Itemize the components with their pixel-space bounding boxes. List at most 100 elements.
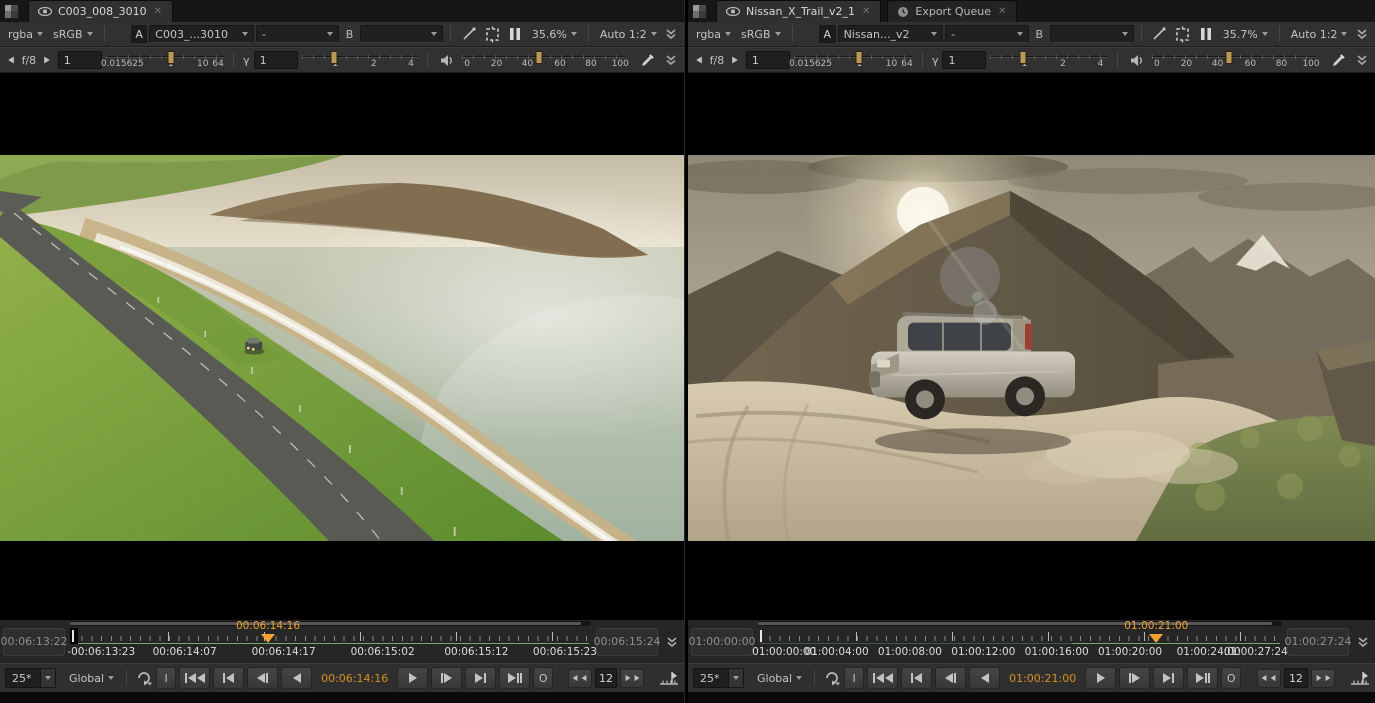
roi-icon[interactable]	[1172, 24, 1193, 44]
gamma-slider-handle[interactable]	[331, 51, 338, 64]
next-keyframe-button[interactable]	[465, 667, 496, 689]
collapse-timeline-icon[interactable]	[663, 636, 681, 648]
timeline-track-right[interactable]: 01:00:00:00 01:00:04:00 01:00:08:00 01:0…	[758, 620, 1282, 663]
next-keyframe-button[interactable]	[1153, 667, 1184, 689]
range-end-field[interactable]: 00:06:15:24	[596, 628, 658, 656]
close-icon[interactable]: ✕	[861, 6, 871, 17]
gamma-slider-handle[interactable]	[1020, 51, 1027, 64]
set-out-button[interactable]: O	[1221, 667, 1241, 689]
go-to-start-button[interactable]	[867, 667, 898, 689]
volume-slider-handle[interactable]	[535, 51, 542, 64]
input-b-dropdown[interactable]	[360, 25, 443, 43]
fstop-decrease-button[interactable]	[4, 55, 18, 65]
set-in-button[interactable]: I	[156, 667, 176, 689]
current-timecode[interactable]: 00:06:14:16	[315, 672, 394, 685]
gain-input[interactable]	[58, 51, 102, 69]
volume-slider-handle[interactable]	[1226, 51, 1233, 64]
loop-mode-icon[interactable]	[135, 668, 153, 688]
scale-mode-dropdown[interactable]: Auto 1:2	[596, 26, 661, 43]
gamma-input[interactable]	[254, 51, 298, 69]
range-start-field[interactable]: 01:00:00:00	[691, 628, 753, 656]
play-backward-button[interactable]	[969, 667, 1000, 689]
play-forward-button[interactable]	[1085, 667, 1116, 689]
input-b-button[interactable]: B	[341, 25, 357, 43]
range-end-field[interactable]: 01:00:27:24	[1287, 628, 1349, 656]
eyedropper-icon[interactable]	[637, 50, 658, 70]
volume-icon[interactable]	[1127, 50, 1148, 70]
range-start-field[interactable]: 00:06:13:22	[3, 628, 65, 656]
channels-dropdown[interactable]: rgba	[4, 26, 47, 43]
gain-slider[interactable]: 0.015625 1 10 64	[794, 50, 913, 70]
close-icon[interactable]: ✕	[153, 6, 163, 17]
go-to-end-button[interactable]	[1187, 667, 1218, 689]
play-forward-button[interactable]	[397, 667, 428, 689]
collapse-exposure-icon[interactable]	[663, 54, 680, 66]
collapse-toolbar-icon[interactable]	[663, 28, 680, 40]
range-mode-dropdown[interactable]: Global	[65, 670, 118, 687]
wipe-icon[interactable]	[458, 24, 479, 44]
input-a-button[interactable]: A	[819, 25, 836, 43]
pause-icon[interactable]	[1195, 24, 1216, 44]
timeline-scrollbar[interactable]	[758, 621, 1282, 626]
collapse-timeline-icon[interactable]	[1354, 636, 1372, 648]
playhead-marker[interactable]	[1149, 634, 1163, 643]
step-back-button[interactable]	[935, 667, 966, 689]
version-dropdown[interactable]: -	[256, 25, 339, 43]
step-forward-button[interactable]	[431, 667, 462, 689]
gain-slider-handle[interactable]	[856, 51, 863, 64]
step-back-button[interactable]	[247, 667, 278, 689]
colorspace-dropdown[interactable]: sRGB	[49, 26, 96, 43]
version-dropdown[interactable]: -	[945, 25, 1029, 43]
range-mode-dropdown[interactable]: Global	[753, 670, 806, 687]
colorspace-dropdown[interactable]: sRGB	[737, 26, 784, 43]
tab-viewer-nissan[interactable]: Nissan_X_Trail_v2_1 ✕	[716, 0, 881, 22]
frame-increment-field[interactable]: 12	[595, 668, 617, 688]
volume-icon[interactable]	[437, 50, 458, 70]
set-out-button[interactable]: O	[533, 667, 553, 689]
tab-export-queue[interactable]: Export Queue ✕	[887, 0, 1017, 22]
gain-input[interactable]	[746, 51, 790, 69]
previous-keyframe-button[interactable]	[213, 667, 244, 689]
gain-slider-handle[interactable]	[167, 51, 174, 64]
timeline-scrollbar[interactable]	[70, 621, 591, 626]
frame-range-lock-icon[interactable]	[1350, 668, 1370, 688]
frame-range-lock-icon[interactable]	[659, 668, 679, 688]
pause-icon[interactable]	[505, 24, 526, 44]
input-b-button[interactable]: B	[1031, 25, 1048, 43]
gamma-slider[interactable]: 1 2 4	[990, 50, 1107, 70]
go-to-end-button[interactable]	[499, 667, 530, 689]
gamma-slider[interactable]: 1 2 4	[302, 50, 418, 70]
wipe-icon[interactable]	[1149, 24, 1170, 44]
playhead-marker[interactable]	[261, 634, 275, 643]
play-backward-button[interactable]	[281, 667, 312, 689]
scale-mode-dropdown[interactable]: Auto 1:2	[1287, 26, 1352, 43]
pane-menu-icon[interactable]	[688, 0, 710, 22]
collapse-toolbar-icon[interactable]	[1353, 28, 1371, 40]
eyedropper-icon[interactable]	[1328, 50, 1349, 70]
decrement-frame-button[interactable]	[1257, 669, 1281, 688]
current-timecode[interactable]: 01:00:21:00	[1003, 672, 1082, 685]
fps-dropdown[interactable]: 25*	[5, 668, 56, 688]
close-icon[interactable]: ✕	[997, 6, 1007, 17]
fstop-increase-button[interactable]	[728, 55, 742, 65]
previous-keyframe-button[interactable]	[901, 667, 932, 689]
pane-menu-icon[interactable]	[0, 0, 22, 22]
roi-icon[interactable]	[481, 24, 502, 44]
gain-slider[interactable]: 0.015625 1 10 64	[106, 50, 224, 70]
collapse-exposure-icon[interactable]	[1353, 54, 1371, 66]
increment-frame-button[interactable]	[620, 669, 644, 688]
go-to-start-button[interactable]	[179, 667, 210, 689]
input-a-dropdown[interactable]: C003_...3010	[149, 25, 254, 43]
zoom-level-dropdown[interactable]: 35.7%	[1219, 26, 1272, 43]
decrement-frame-button[interactable]	[568, 669, 592, 688]
fstop-decrease-button[interactable]	[692, 55, 706, 65]
step-forward-button[interactable]	[1119, 667, 1150, 689]
fstop-increase-button[interactable]	[40, 55, 54, 65]
channels-dropdown[interactable]: rgba	[692, 26, 735, 43]
input-a-button[interactable]: A	[131, 25, 147, 43]
timeline-track-left[interactable]: -00:06:13:23 00:06:14:07 00:06:14:17 00:…	[70, 620, 591, 663]
viewer-canvas-left[interactable]	[0, 73, 684, 620]
zoom-level-dropdown[interactable]: 35.6%	[528, 26, 581, 43]
input-a-dropdown[interactable]: Nissan..._v2	[838, 25, 943, 43]
viewer-canvas-right[interactable]	[688, 73, 1375, 620]
